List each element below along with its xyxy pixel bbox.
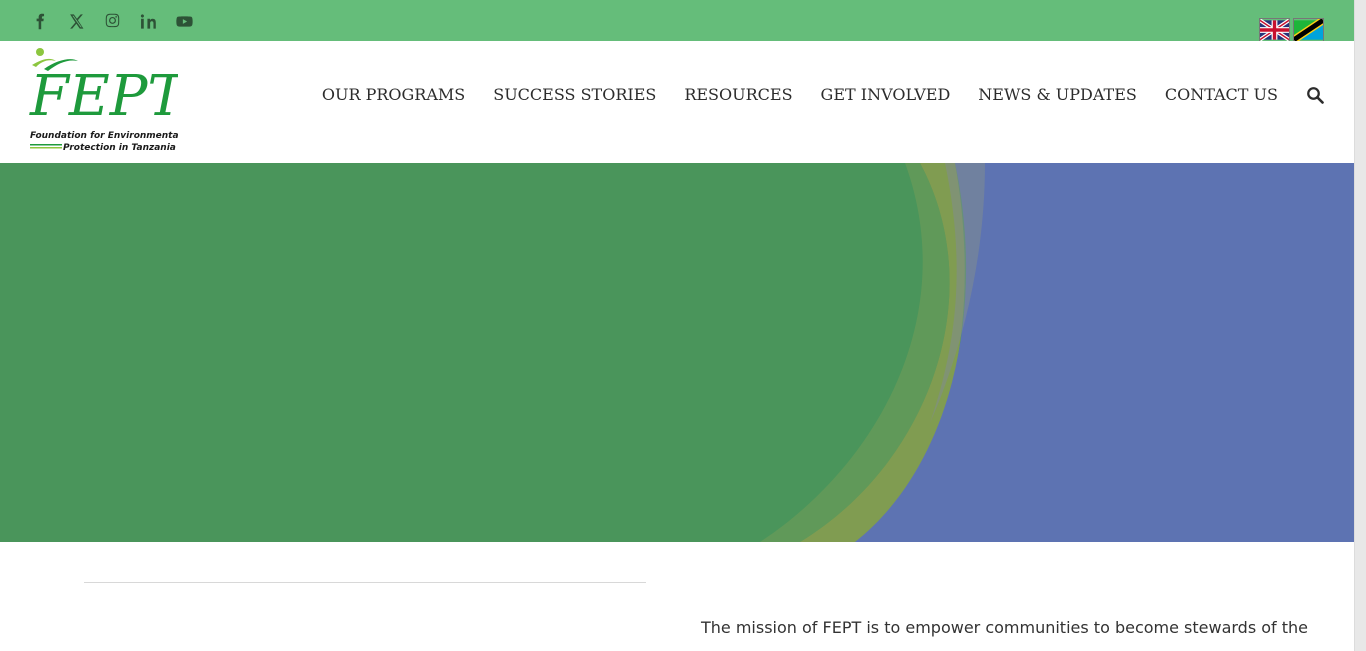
logo-tagline-line1: Foundation for Environmental: [30, 131, 178, 141]
nav-our-programs[interactable]: OUR PROGRAMS: [322, 85, 465, 104]
youtube-icon[interactable]: [174, 11, 194, 31]
swahili-flag-icon[interactable]: [1293, 18, 1324, 42]
search-icon[interactable]: [1306, 86, 1324, 104]
page-scrollbar[interactable]: [1354, 0, 1366, 651]
linkedin-icon[interactable]: [138, 11, 158, 31]
logo-tagline-line2: Protection in Tanzania: [63, 143, 176, 153]
instagram-icon[interactable]: [102, 11, 122, 31]
page: FEPT Foundation for Environmental Protec…: [0, 0, 1366, 651]
language-switcher: [1259, 18, 1324, 42]
nav-success-stories[interactable]: SUCCESS STORIES: [493, 85, 656, 104]
facebook-icon[interactable]: [30, 11, 50, 31]
mission-text: The mission of FEPT is to empower commun…: [701, 618, 1309, 637]
hero-background: [0, 163, 1354, 542]
site-header: FEPT Foundation for Environmental Protec…: [0, 41, 1354, 163]
nav-resources[interactable]: RESOURCES: [684, 85, 792, 104]
hero-banner: [0, 163, 1354, 542]
nav-get-involved[interactable]: GET INVOLVED: [821, 85, 951, 104]
main-nav: OUR PROGRAMS SUCCESS STORIES RESOURCES G…: [294, 85, 1324, 104]
top-bar: [0, 0, 1354, 42]
fept-logo[interactable]: FEPT Foundation for Environmental Protec…: [28, 47, 178, 153]
nav-news-updates[interactable]: NEWS & UPDATES: [978, 85, 1137, 104]
logo-wordmark: FEPT: [29, 64, 178, 129]
nav-contact-us[interactable]: CONTACT US: [1165, 85, 1278, 104]
section-divider: [84, 582, 646, 583]
english-flag-icon[interactable]: [1259, 18, 1290, 42]
social-links: [30, 11, 194, 31]
x-twitter-icon[interactable]: [66, 11, 86, 31]
